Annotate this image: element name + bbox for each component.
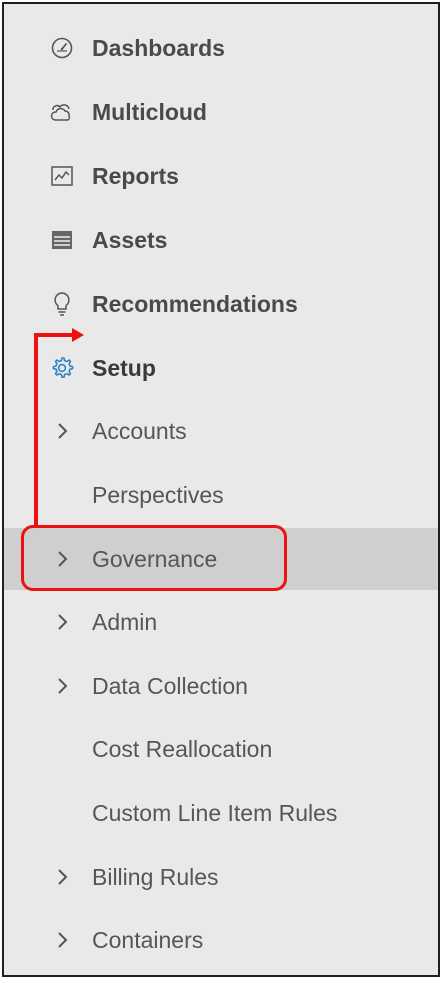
nav-subitem-data-collection[interactable]: Data Collection	[4, 663, 438, 709]
lightbulb-icon	[49, 291, 75, 317]
chevron-right-icon	[54, 929, 70, 951]
nav-subitem-label: Cost Reallocation	[92, 735, 273, 762]
nav-subitem-label: Governance	[92, 545, 218, 572]
nav-subitem-cost-reallocation[interactable]: Cost Reallocation	[4, 726, 438, 772]
nav-subitem-label: Accounts	[92, 417, 187, 444]
chevron-right-icon	[54, 611, 70, 633]
nav-subitem-label: Containers	[92, 926, 204, 953]
nav-subitem-admin[interactable]: Admin	[4, 599, 438, 645]
server-stack-icon	[49, 227, 75, 253]
nav-item-label: Reports	[92, 162, 179, 189]
nav-item-setup[interactable]: Setup	[4, 345, 438, 391]
nav-subitem-governance[interactable]: Governance	[4, 528, 438, 590]
nav-item-label: Dashboards	[92, 34, 225, 61]
clouds-icon	[49, 99, 75, 125]
chevron-right-icon	[54, 548, 70, 570]
nav-subitem-label: Perspectives	[92, 481, 224, 508]
nav-subitem-label: Billing Rules	[92, 863, 219, 890]
arrowhead-icon	[72, 328, 84, 342]
nav-subitem-billing-rules[interactable]: Billing Rules	[4, 854, 438, 900]
chevron-right-icon	[54, 675, 70, 697]
gear-icon	[49, 355, 75, 381]
sidebar-nav: Dashboards Multicloud Reports Assets Rec	[4, 4, 438, 975]
nav-subitem-label: Data Collection	[92, 672, 248, 699]
nav-item-label: Setup	[92, 354, 156, 381]
chevron-right-icon	[54, 866, 70, 888]
nav-item-label: Recommendations	[92, 290, 298, 317]
nav-subitem-containers[interactable]: Containers	[4, 917, 438, 963]
nav-item-label: Multicloud	[92, 98, 207, 125]
sidebar-panel: Dashboards Multicloud Reports Assets Rec	[2, 2, 440, 977]
nav-subitem-perspectives[interactable]: Perspectives	[4, 472, 438, 518]
nav-item-dashboards[interactable]: Dashboards	[4, 25, 438, 71]
nav-item-assets[interactable]: Assets	[4, 217, 438, 263]
nav-item-multicloud[interactable]: Multicloud	[4, 89, 438, 135]
nav-subitem-accounts[interactable]: Accounts	[4, 408, 438, 454]
nav-subitem-custom-line-item-rules[interactable]: Custom Line Item Rules	[4, 790, 438, 836]
line-chart-icon	[49, 163, 75, 189]
speedometer-icon	[49, 35, 75, 61]
nav-item-recommendations[interactable]: Recommendations	[4, 281, 438, 327]
nav-subitem-label: Admin	[92, 608, 158, 635]
chevron-right-icon	[54, 420, 70, 442]
nav-item-reports[interactable]: Reports	[4, 153, 438, 199]
nav-subitem-label: Custom Line Item Rules	[92, 799, 338, 826]
nav-item-label: Assets	[92, 226, 168, 253]
